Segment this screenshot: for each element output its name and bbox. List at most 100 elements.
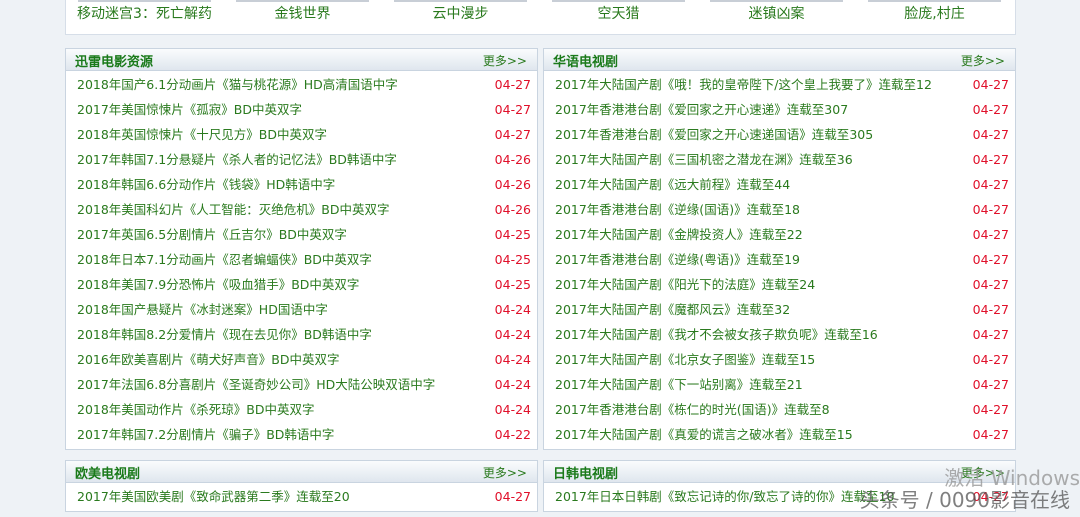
panel-header: 迅雷电影资源 更多>> <box>66 49 537 71</box>
list-item: 2018年日本7.1分动画片《忍者蝙蝠侠》BD中英双字 04-25 <box>66 247 537 272</box>
item-date: 04-27 <box>972 377 1009 392</box>
item-link[interactable]: 2017年法国6.8分喜剧片《圣诞奇妙公司》HD大陆公映双语中字 <box>77 372 435 397</box>
featured-link[interactable]: 金钱世界 <box>275 6 331 22</box>
featured-link[interactable]: 脸庞,村庄 <box>904 6 964 22</box>
item-link[interactable]: 2017年韩国7.1分悬疑片《杀人者的记忆法》BD韩语中字 <box>77 147 397 172</box>
item-date: 04-27 <box>972 177 1009 192</box>
item-link[interactable]: 2017年大陆国产剧《远大前程》连载至44 <box>555 172 790 197</box>
item-link[interactable]: 2018年美国动作片《杀死琼》BD中英双字 <box>77 397 315 422</box>
list-item: 2017年美国欧美剧《致命武器第二季》连载至20 04-27 <box>66 484 537 509</box>
item-link[interactable]: 2018年日本7.1分动画片《忍者蝙蝠侠》BD中英双字 <box>77 247 372 272</box>
item-date: 04-25 <box>494 252 531 267</box>
item-link[interactable]: 2018年国产6.1分动画片《猫与桃花源》HD高清国语中字 <box>77 72 398 97</box>
item-link[interactable]: 2017年大陆国产剧《魔都风云》连载至32 <box>555 297 790 322</box>
item-date: 04-27 <box>972 352 1009 367</box>
featured-links-bar: 移动迷宫3：死亡解药 金钱世界 云中漫步 空天猎 迷镇凶案 脸庞,村庄 <box>65 0 1016 35</box>
item-link[interactable]: 2017年日本日韩剧《致忘记诗的你/致忘了诗的你》连载至10 <box>555 484 894 509</box>
item-date: 04-27 <box>972 102 1009 117</box>
featured-link-item: 迷镇凶案 <box>698 0 855 28</box>
item-date: 04-27 <box>972 127 1009 142</box>
item-link[interactable]: 2018年美国7.9分恐怖片《吸血猎手》BD中英双字 <box>77 272 359 297</box>
item-link[interactable]: 2017年香港港台剧《栋仁的时光(国语)》连载至8 <box>555 397 830 422</box>
item-link[interactable]: 2018年韩国8.2分爱情片《现在去见你》BD韩语中字 <box>77 322 372 347</box>
item-link[interactable]: 2016年欧美喜剧片《萌犬好声音》BD中英双字 <box>77 347 340 372</box>
windows-activation-watermark: 激活 Windows <box>944 466 1080 490</box>
featured-link-item: 空天猎 <box>540 0 697 28</box>
item-link[interactable]: 2017年大陆国产剧《金牌投资人》连载至22 <box>555 222 803 247</box>
panel-title: 迅雷电影资源 <box>75 55 154 70</box>
featured-link-item: 云中漫步 <box>382 0 539 28</box>
list-item: 2017年大陆国产剧《魔都风云》连载至32 04-27 <box>544 297 1015 322</box>
item-date: 04-22 <box>494 427 531 442</box>
list-item: 2018年韩国6.6分动作片《钱袋》HD韩语中字 04-26 <box>66 172 537 197</box>
item-date: 04-27 <box>972 402 1009 417</box>
featured-link-item: 金钱世界 <box>224 0 381 28</box>
item-link[interactable]: 2018年国产悬疑片《冰封迷案》HD国语中字 <box>77 297 328 322</box>
list-item: 2017年韩国7.2分剧情片《骗子》BD韩语中字 04-22 <box>66 422 537 447</box>
item-link[interactable]: 2017年香港港台剧《爱回家之开心速递国语》连载至305 <box>555 122 873 147</box>
item-link[interactable]: 2017年大陆国产剧《阳光下的法庭》连载至24 <box>555 272 815 297</box>
list-item: 2017年大陆国产剧《北京女子图鉴》连载至15 04-27 <box>544 347 1015 372</box>
item-date: 04-24 <box>494 302 531 317</box>
item-date: 04-27 <box>494 489 531 504</box>
item-link[interactable]: 2017年大陆国产剧《下一站别离》连载至21 <box>555 372 803 397</box>
item-date: 04-27 <box>494 127 531 142</box>
item-link[interactable]: 2017年美国惊悚片《孤寂》BD中英双字 <box>77 97 302 122</box>
item-link[interactable]: 2018年美国科幻片《人工智能：灭绝危机》BD中英双字 <box>77 197 390 222</box>
list-item: 2017年大陆国产剧《真爱的谎言之破冰者》连载至15 04-27 <box>544 422 1015 447</box>
item-date: 04-27 <box>972 277 1009 292</box>
item-date: 04-24 <box>494 327 531 342</box>
list-item: 2018年美国7.9分恐怖片《吸血猎手》BD中英双字 04-25 <box>66 272 537 297</box>
item-link[interactable]: 2017年香港港台剧《爱回家之开心速递》连载至307 <box>555 97 848 122</box>
list-item: 2017年大陆国产剧《金牌投资人》连载至22 04-27 <box>544 222 1015 247</box>
list-item: 2017年大陆国产剧《我才不会被女孩子欺负呢》连载至16 04-27 <box>544 322 1015 347</box>
list-item: 2017年韩国7.1分悬疑片《杀人者的记忆法》BD韩语中字 04-26 <box>66 147 537 172</box>
list-item: 2018年国产悬疑片《冰封迷案》HD国语中字 04-24 <box>66 297 537 322</box>
list-item: 2017年大陆国产剧《下一站别离》连载至21 04-27 <box>544 372 1015 397</box>
item-link[interactable]: 2017年大陆国产剧《我才不会被女孩子欺负呢》连载至16 <box>555 322 878 347</box>
list-item: 2018年国产6.1分动画片《猫与桃花源》HD高清国语中字 04-27 <box>66 72 537 97</box>
more-link[interactable]: 更多>> <box>961 52 1005 69</box>
featured-link[interactable]: 迷镇凶案 <box>749 6 805 22</box>
featured-link-item: 移动迷宫3：死亡解药 <box>66 0 223 28</box>
featured-link[interactable]: 空天猎 <box>598 6 640 22</box>
item-date: 04-27 <box>972 252 1009 267</box>
panel-title: 日韩电视剧 <box>553 467 619 482</box>
item-date: 04-27 <box>972 327 1009 342</box>
item-date: 04-27 <box>972 427 1009 442</box>
list-item: 2017年大陆国产剧《哦！我的皇帝陛下/这个皇上我要了》连载至12 04-27 <box>544 72 1015 97</box>
item-link[interactable]: 2018年韩国6.6分动作片《钱袋》HD韩语中字 <box>77 172 335 197</box>
item-link[interactable]: 2017年韩国7.2分剧情片《骗子》BD韩语中字 <box>77 422 334 447</box>
item-link[interactable]: 2017年大陆国产剧《北京女子图鉴》连载至15 <box>555 347 815 372</box>
list-item: 2017年香港港台剧《栋仁的时光(国语)》连载至8 04-27 <box>544 397 1015 422</box>
list-panel: 华语电视剧 更多>> 2017年大陆国产剧《哦！我的皇帝陛下/这个皇上我要了》连载至… <box>543 48 1016 450</box>
item-date: 04-27 <box>972 152 1009 167</box>
list-item: 2017年香港港台剧《爱回家之开心速递国语》连载至305 04-27 <box>544 122 1015 147</box>
item-link[interactable]: 2017年香港港台剧《逆缘(粤语)》连载至19 <box>555 247 800 272</box>
list-item: 2018年英国惊悚片《十尺见方》BD中英双字 04-27 <box>66 122 537 147</box>
list-item: 2017年美国惊悚片《孤寂》BD中英双字 04-27 <box>66 97 537 122</box>
item-date: 04-24 <box>494 402 531 417</box>
item-link[interactable]: 2017年大陆国产剧《真爱的谎言之破冰者》连载至15 <box>555 422 853 447</box>
list-panel: 迅雷电影资源 更多>> 2018年国产6.1分动画片《猫与桃花源》HD高清国语中字 0… <box>65 48 538 450</box>
featured-link[interactable]: 移动迷宫3：死亡解药 <box>77 6 212 22</box>
more-link[interactable]: 更多>> <box>483 464 527 481</box>
list-item: 2017年大陆国产剧《三国机密之潜龙在渊》连载至36 04-27 <box>544 147 1015 172</box>
item-date: 04-27 <box>494 77 531 92</box>
list-item: 2016年欧美喜剧片《萌犬好声音》BD中英双字 04-24 <box>66 347 537 372</box>
featured-link[interactable]: 云中漫步 <box>433 6 489 22</box>
item-date: 04-25 <box>494 227 531 242</box>
item-link[interactable]: 2018年英国惊悚片《十尺见方》BD中英双字 <box>77 122 327 147</box>
list-item: 2017年大陆国产剧《阳光下的法庭》连载至24 04-27 <box>544 272 1015 297</box>
item-link[interactable]: 2017年大陆国产剧《三国机密之潜龙在渊》连载至36 <box>555 147 853 172</box>
item-link[interactable]: 2017年大陆国产剧《哦！我的皇帝陛下/这个皇上我要了》连载至12 <box>555 72 932 97</box>
item-date: 04-27 <box>494 102 531 117</box>
more-link[interactable]: 更多>> <box>483 52 527 69</box>
item-link[interactable]: 2017年香港港台剧《逆缘(国语)》连载至18 <box>555 197 800 222</box>
list-item: 2017年英国6.5分剧情片《丘吉尔》BD中英双字 04-25 <box>66 222 537 247</box>
item-date: 04-27 <box>972 227 1009 242</box>
item-date: 04-26 <box>494 152 531 167</box>
item-link[interactable]: 2017年英国6.5分剧情片《丘吉尔》BD中英双字 <box>77 222 347 247</box>
item-link[interactable]: 2017年美国欧美剧《致命武器第二季》连载至20 <box>77 484 350 509</box>
list-item: 2018年韩国8.2分爱情片《现在去见你》BD韩语中字 04-24 <box>66 322 537 347</box>
